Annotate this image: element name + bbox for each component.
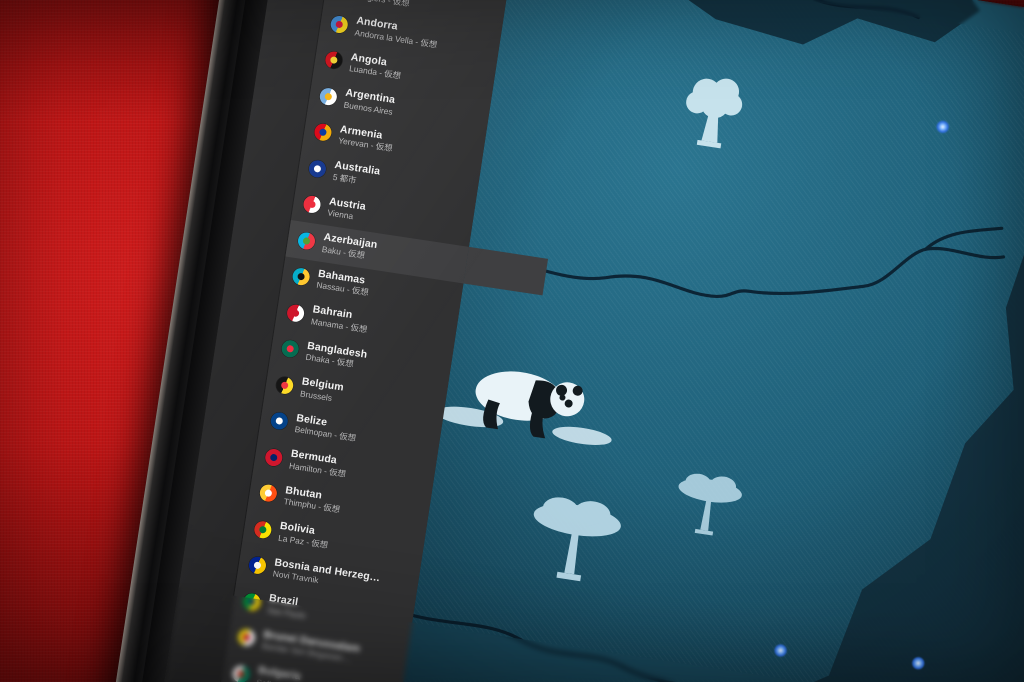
- country-flag-icon: [236, 628, 257, 648]
- tree-illustration: [686, 78, 743, 149]
- country-capital: Algiers - 仮想: [359, 0, 410, 9]
- country-list-item-texts: Bhutan Thimphu - 仮想: [283, 485, 342, 515]
- country-list-item-texts: Angola Luanda - 仮想: [348, 52, 403, 82]
- country-flag-icon: [258, 483, 279, 504]
- country-list-item-texts: Bangladesh Dhaka - 仮想: [305, 341, 368, 372]
- country-flag-icon: [253, 519, 273, 540]
- country-flag-icon: [242, 591, 262, 612]
- country-flag-icon: [329, 14, 349, 34]
- country-list-item-texts: Australia 5 都市: [332, 160, 381, 189]
- country-flag-icon: [291, 267, 311, 287]
- country-list-item-texts: Armenia Yerevan - 仮想: [338, 124, 395, 154]
- country-flag-icon: [280, 339, 300, 359]
- screenshot-root: AlbaniaTiranaAlgeriaAlgiers - 仮想AndorraA…: [0, 0, 1024, 682]
- country-list-item-texts: Belgium Brussels: [299, 377, 344, 405]
- tree-illustration: [678, 473, 742, 536]
- country-list-item-texts: Andorra Andorra la Vella - 仮想: [354, 16, 440, 50]
- country-list-item-texts: Bolivia La Paz - 仮想: [278, 521, 331, 550]
- country-list-item-texts: Azerbaijan Baku - 仮想: [321, 232, 378, 262]
- country-list-item-texts: Austria Vienna: [327, 196, 367, 223]
- country-list-item-texts: Brazil Sao Paulo: [267, 593, 309, 621]
- country-flag-icon: [264, 447, 284, 467]
- country-list-item-texts: Bahrain Manama - 仮想: [310, 304, 369, 334]
- country-flag-icon: [285, 303, 306, 323]
- country-list-item-texts: Argentina Buenos Aires: [343, 88, 396, 117]
- country-flag-icon: [307, 158, 328, 179]
- country-list-item-texts: BulgariaSofia - 仮想: [256, 665, 302, 682]
- country-flag-icon: [313, 122, 333, 143]
- country-list-item-texts: Bahamas Nassau - 仮想: [316, 268, 371, 298]
- laptop-device: AlbaniaTiranaAlgeriaAlgiers - 仮想AndorraA…: [93, 0, 1024, 682]
- country-flag-icon: [247, 555, 268, 576]
- country-flag-icon: [302, 194, 322, 215]
- country-list-item-texts: Belize Belmopan - 仮想: [294, 413, 359, 444]
- country-list-item-texts: AlgeriaAlgiers - 仮想: [359, 0, 412, 9]
- country-flag-icon: [269, 411, 289, 431]
- country-flag-icon: [231, 664, 251, 682]
- country-flag-icon: [275, 375, 295, 395]
- country-flag-icon: [318, 86, 339, 107]
- country-list-item-texts: Bermuda Hamilton - 仮想: [288, 449, 348, 479]
- tree-illustration: [533, 497, 621, 582]
- country-flag-icon: [296, 231, 317, 251]
- country-flag-icon: [324, 50, 344, 70]
- laptop-screen: AlbaniaTiranaAlgeriaAlgiers - 仮想AndorraA…: [141, 0, 1024, 682]
